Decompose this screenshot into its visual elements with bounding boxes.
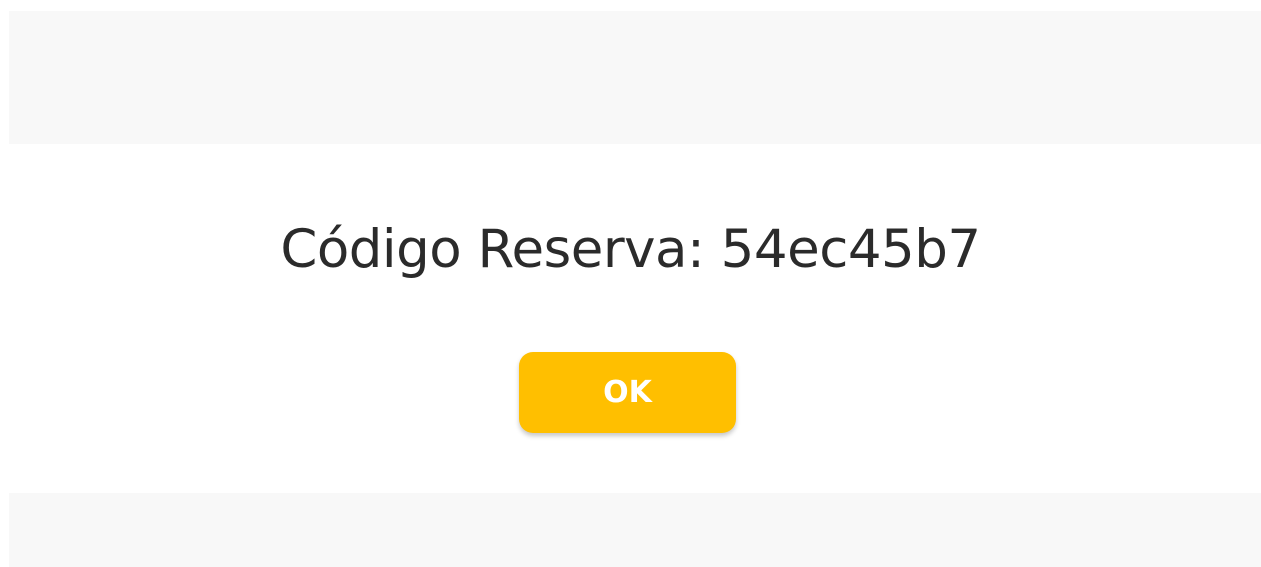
reservation-code-message: Código Reserva: 54ec45b7 xyxy=(280,219,981,280)
dialog-header-band xyxy=(9,11,1261,144)
ok-button[interactable]: OK xyxy=(519,352,736,433)
dialog-footer-band xyxy=(9,493,1261,567)
reservation-dialog: Código Reserva: 54ec45b7 OK xyxy=(0,0,1261,567)
